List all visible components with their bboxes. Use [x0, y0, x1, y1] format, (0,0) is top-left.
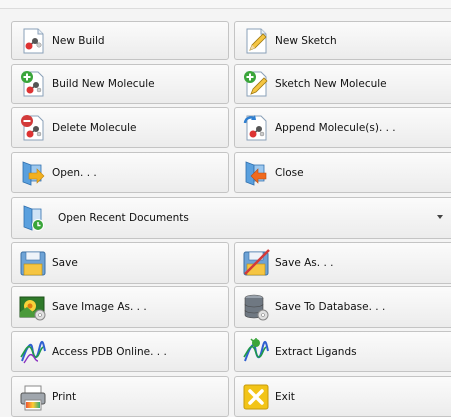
save-image-as-button[interactable]: Save Image As. . .	[11, 286, 229, 328]
molecule-page-icon	[18, 26, 48, 56]
exit-button[interactable]: Exit	[234, 376, 451, 417]
save-as-label: Save As. . .	[275, 257, 334, 269]
save-image-icon	[18, 292, 48, 322]
new-sketch-button[interactable]: New Sketch	[234, 21, 451, 60]
access-pdb-online-button[interactable]: Access PDB Online. . .	[11, 331, 229, 372]
close-button[interactable]: Close	[234, 152, 451, 193]
exit-label: Exit	[275, 390, 295, 403]
save-label: Save	[52, 257, 78, 269]
database-icon	[241, 292, 271, 322]
protein-icon	[18, 337, 48, 367]
build-new-molecule-button[interactable]: Build New Molecule	[11, 64, 229, 104]
append-molecule-icon	[241, 113, 271, 143]
chevron-down-icon	[437, 215, 443, 219]
new-build-button[interactable]: New Build	[11, 21, 229, 60]
save-to-database-button[interactable]: Save To Database. . .	[234, 286, 451, 328]
extract-ligands-label: Extract Ligands	[275, 345, 357, 358]
close-folder-icon	[241, 158, 271, 188]
save-icon	[18, 248, 48, 278]
add-molecule-icon	[18, 69, 48, 99]
append-molecules-button[interactable]: Append Molecule(s). . .	[234, 107, 451, 148]
append-molecules-label: Append Molecule(s). . .	[275, 121, 396, 134]
build-new-molecule-label: Build New Molecule	[52, 78, 155, 90]
printer-icon	[18, 382, 48, 412]
print-label: Print	[52, 390, 77, 403]
open-folder-icon	[18, 158, 48, 188]
save-to-database-label: Save To Database. . .	[275, 301, 386, 313]
exit-icon	[241, 382, 271, 412]
open-button[interactable]: Open. . .	[11, 152, 229, 193]
delete-molecule-button[interactable]: Delete Molecule	[11, 107, 229, 148]
save-image-as-label: Save Image As. . .	[52, 301, 147, 313]
extract-ligands-icon	[241, 337, 271, 367]
sketch-new-molecule-label: Sketch New Molecule	[275, 78, 387, 90]
open-recent-documents-label: Open Recent Documents	[58, 212, 189, 224]
pencil-page-icon	[241, 26, 271, 56]
save-button[interactable]: Save	[11, 242, 229, 284]
extract-ligands-button[interactable]: Extract Ligands	[234, 331, 451, 372]
close-label: Close	[275, 166, 304, 179]
open-recent-documents-dropdown[interactable]: Open Recent Documents	[11, 197, 451, 239]
recent-documents-icon	[18, 203, 48, 233]
add-sketch-icon	[241, 69, 271, 99]
access-pdb-online-label: Access PDB Online. . .	[52, 345, 167, 358]
save-as-icon	[241, 248, 271, 278]
sketch-new-molecule-button[interactable]: Sketch New Molecule	[234, 64, 451, 104]
new-sketch-label: New Sketch	[275, 34, 337, 47]
delete-molecule-icon	[18, 113, 48, 143]
new-build-label: New Build	[52, 34, 105, 47]
open-label: Open. . .	[52, 166, 97, 179]
save-as-button[interactable]: Save As. . .	[234, 242, 451, 284]
delete-molecule-label: Delete Molecule	[52, 121, 137, 134]
top-border	[0, 0, 451, 9]
print-button[interactable]: Print	[11, 376, 229, 417]
